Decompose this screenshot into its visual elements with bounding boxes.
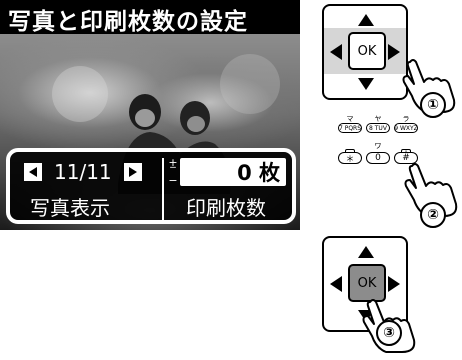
screen-title: 写真と印刷枚数の設定 bbox=[8, 9, 248, 35]
down-arrow-icon[interactable] bbox=[358, 78, 374, 90]
right-arrow-icon[interactable] bbox=[388, 276, 400, 292]
key-7[interactable]: 7 PQRS bbox=[338, 123, 362, 133]
dpad-step1: OK bbox=[322, 4, 408, 100]
plus-minus-icon: + ‾ − bbox=[168, 156, 178, 187]
ok-button[interactable]: OK bbox=[348, 32, 386, 70]
step-2-badge: ② bbox=[420, 202, 446, 228]
photo-copies-panel: 11/11 写真表示 + ‾ − 0 枚 印刷枚数 bbox=[6, 148, 296, 224]
copies-field[interactable]: 0 枚 bbox=[180, 158, 286, 186]
next-photo-icon[interactable] bbox=[123, 163, 142, 181]
left-arrow-icon[interactable] bbox=[330, 276, 342, 292]
panel-divider bbox=[162, 158, 164, 222]
key-9[interactable]: 9 WXYZ bbox=[394, 123, 418, 133]
photo-view-label: 写真表示 bbox=[30, 196, 110, 220]
left-arrow-icon[interactable] bbox=[330, 44, 342, 60]
key-asterisk[interactable]: ＊ bbox=[338, 152, 362, 165]
step-3-badge: ③ bbox=[376, 320, 402, 346]
copies-value: 0 枚 bbox=[237, 161, 280, 185]
photo-counter: 11/11 bbox=[54, 160, 112, 184]
key-8[interactable]: 8 TUV bbox=[366, 123, 390, 133]
lcd-screen: 写真と印刷枚数の設定 11/11 写真表示 + ‾ − 0 枚 印刷枚数 bbox=[0, 0, 300, 230]
up-arrow-icon[interactable] bbox=[358, 14, 374, 26]
up-arrow-icon[interactable] bbox=[358, 246, 374, 258]
photo-counter-row: 11/11 bbox=[24, 160, 142, 184]
prev-photo-icon[interactable] bbox=[24, 163, 42, 181]
copies-label: 印刷枚数 bbox=[186, 196, 266, 220]
key-0[interactable]: 0 bbox=[366, 152, 390, 164]
